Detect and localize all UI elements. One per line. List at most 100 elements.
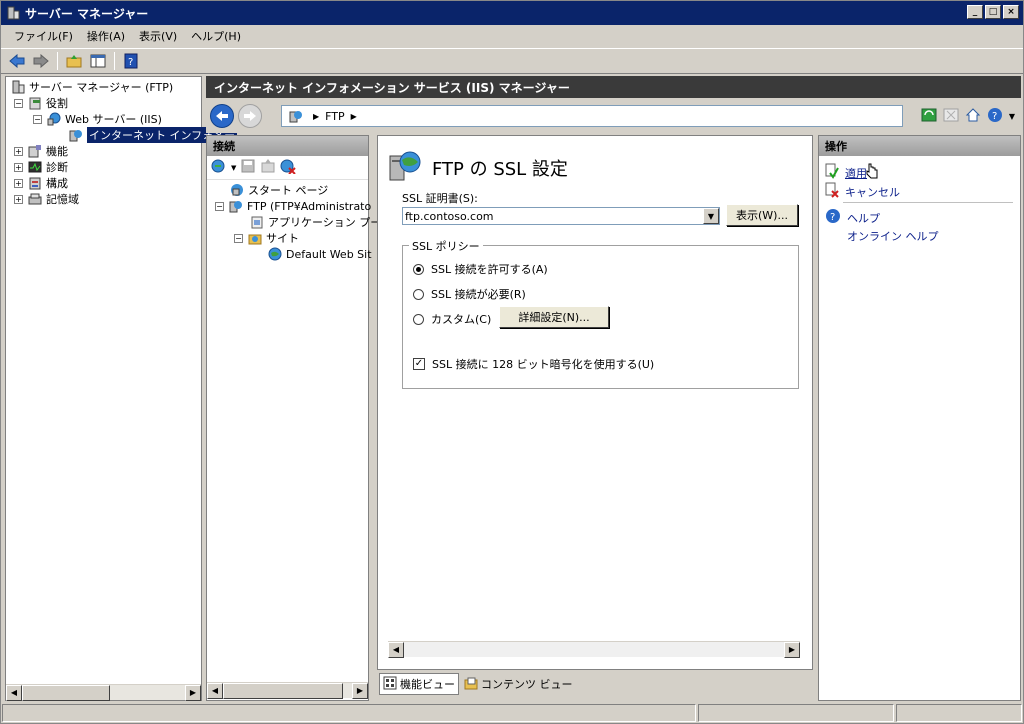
forward-icon[interactable]: [31, 51, 51, 71]
feature-header: FTP の SSL 設定: [388, 148, 568, 187]
conn-item-default-site[interactable]: Default Web Sit: [267, 246, 372, 262]
maximize-button[interactable]: □: [985, 5, 1001, 19]
scroll-right-icon[interactable]: ▶: [352, 682, 368, 699]
address-input[interactable]: ▶ FTP ▶: [281, 105, 903, 127]
chevron-down-icon[interactable]: ▼: [703, 208, 719, 224]
expand-icon[interactable]: +: [14, 194, 23, 204]
back-icon[interactable]: [210, 104, 234, 128]
tab-content-view[interactable]: コンテンツ ビュー: [461, 673, 576, 695]
stop-icon[interactable]: [943, 108, 959, 125]
scroll-left-icon[interactable]: ◀: [207, 682, 223, 699]
show-hide-console-tree-icon[interactable]: [88, 51, 108, 71]
connect-icon[interactable]: [211, 158, 227, 177]
action-apply[interactable]: 適用: [825, 162, 879, 183]
roles-icon: [27, 95, 43, 111]
checkbox-use-128bit[interactable]: ✓ SSL 接続に 128 ビット暗号化を使用する(U): [413, 356, 654, 372]
home-icon[interactable]: [965, 107, 981, 126]
view-certificate-button[interactable]: 表示(W)...: [726, 204, 798, 226]
radio-allow-ssl[interactable]: SSL 接続を許可する(A): [413, 261, 548, 277]
tab-features-view[interactable]: 機能ビュー: [379, 673, 459, 695]
conn-item-sites[interactable]: − サイト: [234, 230, 299, 246]
advanced-settings-button[interactable]: 詳細設定(N)...: [499, 306, 609, 328]
main-toolbar: ?: [1, 48, 1023, 74]
close-button[interactable]: ×: [1003, 5, 1019, 19]
actions-divider: [843, 202, 1013, 203]
scroll-left-icon[interactable]: ◀: [6, 684, 22, 701]
action-label[interactable]: ヘルプ: [847, 210, 880, 226]
server-manager-icon: [5, 5, 21, 21]
collapse-icon[interactable]: −: [234, 233, 243, 243]
tree-label: スタート ページ: [248, 184, 329, 197]
tree-item-server-manager[interactable]: サーバー マネージャー (FTP): [10, 79, 173, 95]
tree-label: Web サーバー (IIS): [65, 113, 162, 126]
tree-item-roles[interactable]: − 役割: [14, 95, 68, 111]
checkbox[interactable]: ✓: [413, 358, 425, 370]
ssl-certificate-label: SSL 証明書(S):: [402, 192, 478, 205]
help-book-icon[interactable]: ?: [121, 51, 141, 71]
radio-require-ssl[interactable]: SSL 接続が必要(R): [413, 286, 526, 302]
action-cancel[interactable]: キャンセル: [825, 182, 900, 201]
title-bar[interactable]: サーバー マネージャー _ □ ×: [1, 1, 1023, 25]
radio-button[interactable]: [413, 263, 424, 275]
radio-button[interactable]: [413, 288, 424, 300]
radio-button[interactable]: [413, 313, 424, 325]
tree-item-configuration[interactable]: + 構成: [14, 175, 68, 191]
forward-icon[interactable]: [238, 104, 262, 128]
left-horizontal-scrollbar[interactable]: ◀ ▶: [6, 684, 201, 701]
scroll-right-icon[interactable]: ▶: [784, 641, 800, 658]
scroll-left-icon[interactable]: ◀: [388, 641, 404, 658]
scroll-thumb[interactable]: [223, 682, 343, 699]
breadcrumb-ftp[interactable]: FTP: [325, 110, 345, 123]
tree-item-features[interactable]: + 機能: [14, 143, 68, 159]
action-label[interactable]: キャンセル: [845, 184, 900, 200]
connections-horizontal-scrollbar[interactable]: ◀ ▶: [207, 682, 368, 699]
menu-view[interactable]: 表示(V): [132, 26, 184, 46]
expand-icon[interactable]: +: [14, 162, 23, 172]
radio-custom[interactable]: カスタム(C): [413, 311, 491, 327]
radio-label: カスタム(C): [431, 313, 492, 326]
action-help[interactable]: ? ヘルプ: [825, 208, 880, 227]
expand-icon[interactable]: +: [14, 146, 23, 156]
radio-label: SSL 接続が必要(R): [431, 288, 526, 301]
refresh-icon[interactable]: [921, 108, 937, 125]
help-dropdown-icon[interactable]: ▼: [1009, 112, 1015, 121]
remove-connection-icon[interactable]: [280, 158, 297, 177]
scroll-thumb[interactable]: [22, 684, 110, 701]
breadcrumb-arrow-icon[interactable]: ▶: [351, 112, 357, 121]
conn-item-server[interactable]: − FTP (FTP¥Administrato: [215, 198, 371, 214]
menu-action[interactable]: 操作(A): [80, 26, 132, 46]
menu-help[interactable]: ヘルプ(H): [184, 26, 248, 46]
save-icon[interactable]: [240, 158, 256, 177]
ssl-certificate-value: ftp.contoso.com: [405, 209, 494, 223]
collapse-icon[interactable]: −: [215, 201, 224, 211]
actions-pane: 操作 適用 キャンセル ? ヘルプ オンライン ヘルプ: [818, 135, 1021, 701]
ssl-certificate-select[interactable]: ftp.contoso.com ▼: [402, 207, 720, 225]
back-icon[interactable]: [7, 51, 27, 71]
expand-icon[interactable]: +: [14, 178, 23, 188]
conn-item-start-page[interactable]: スタート ページ: [229, 182, 328, 198]
menu-file[interactable]: ファイル(F): [7, 26, 80, 46]
action-label[interactable]: 適用: [845, 165, 867, 181]
collapse-icon[interactable]: −: [14, 98, 23, 108]
tree-label: サーバー マネージャー (FTP): [29, 81, 174, 94]
action-label[interactable]: オンライン ヘルプ: [847, 228, 939, 244]
breadcrumb-arrow-icon[interactable]: ▶: [313, 112, 319, 121]
action-online-help[interactable]: オンライン ヘルプ: [847, 228, 939, 244]
minimize-button[interactable]: _: [967, 5, 983, 19]
ssl-policy-group: SSL ポリシー SSL 接続を許可する(A) SSL 接続が必要(R) カスタ…: [402, 238, 799, 389]
tree-item-storage[interactable]: + 記憶域: [14, 191, 79, 207]
feature-horizontal-scrollbar[interactable]: ◀ ▶: [388, 641, 800, 658]
up-folder-icon[interactable]: [64, 51, 84, 71]
up-level-icon[interactable]: [260, 158, 276, 177]
conn-item-app-pools[interactable]: アプリケーション プール: [249, 214, 392, 230]
status-cell: [698, 704, 894, 722]
collapse-icon[interactable]: −: [33, 114, 42, 124]
help-icon[interactable]: ?: [987, 107, 1003, 126]
tree-item-diagnostics[interactable]: + 診断: [14, 159, 68, 175]
connect-dropdown-icon[interactable]: ▼: [231, 164, 236, 172]
connections-toolbar: ▼: [207, 156, 368, 180]
scroll-right-icon[interactable]: ▶: [185, 684, 201, 701]
tree-item-web-server[interactable]: − Web サーバー (IIS): [33, 111, 162, 127]
connections-title: 接続: [207, 136, 368, 156]
tree-label: 役割: [46, 97, 68, 110]
